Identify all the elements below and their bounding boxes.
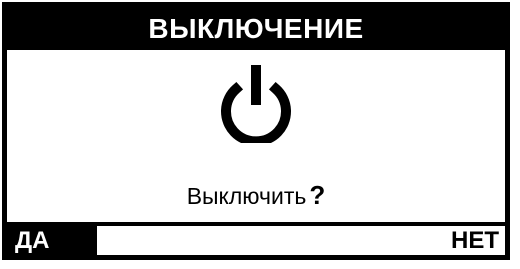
dialog-title: ВЫКЛЮЧЕНИЕ — [148, 12, 364, 44]
shutdown-prompt: Выключить? — [7, 180, 505, 211]
no-softkey[interactable]: НЕТ — [451, 226, 499, 255]
shutdown-dialog: ВЫКЛЮЧЕНИЕ Выключить? ДА НЕТ — [2, 2, 510, 260]
prompt-question-mark: ? — [309, 180, 326, 210]
softkey-bar: ДА НЕТ — [7, 222, 505, 255]
prompt-label: Выключить — [186, 183, 307, 209]
yes-softkey[interactable]: ДА — [7, 226, 97, 255]
title-bar: ВЫКЛЮЧЕНИЕ — [7, 7, 505, 50]
power-icon — [221, 65, 291, 143]
